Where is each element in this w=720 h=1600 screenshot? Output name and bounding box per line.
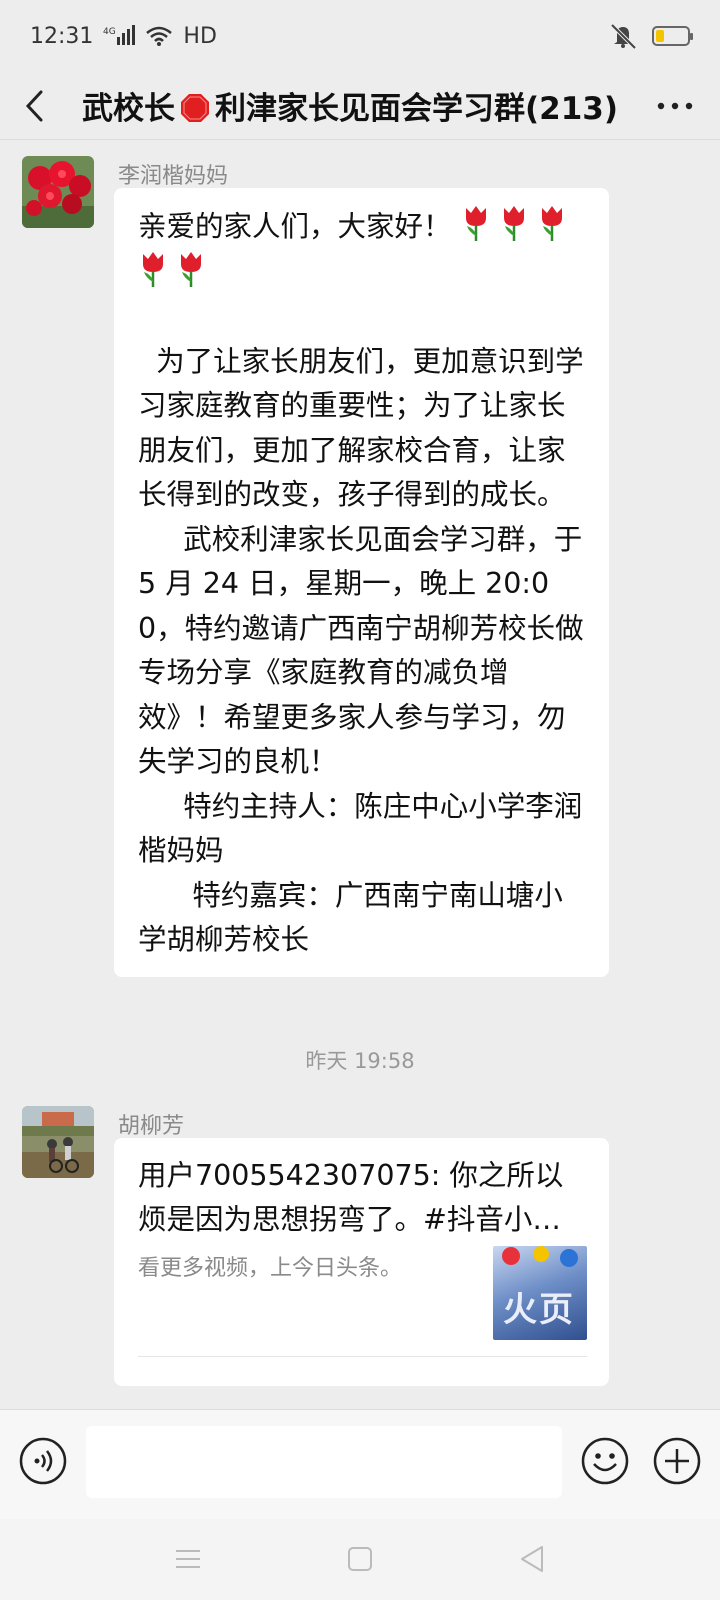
menu-icon[interactable] <box>168 1539 208 1579</box>
link-card[interactable]: 用户7005542307075: 你之所以烦是因为思想拐弯了。#抖音小… 看更多… <box>114 1138 609 1386</box>
greeting-text: 亲爱的家人们，大家好！ <box>138 210 452 243</box>
message-input[interactable] <box>86 1426 562 1498</box>
message-body: 为了让家长朋友们，更加意识到学习家庭教育的重要性；为了让家长朋友们，更加了解家校… <box>138 344 584 957</box>
title-suffix: 利津家长见面会学习群(213) <box>214 91 619 127</box>
clock: 12:31 <box>30 23 94 49</box>
chat-header: 武校长 利津家长见面会学习群(213) <box>0 72 720 140</box>
tulip-icon <box>465 206 486 241</box>
status-bar: 12:31 4G HD <box>0 0 720 72</box>
wifi-icon <box>146 26 173 46</box>
home-icon[interactable] <box>340 1539 380 1579</box>
photo-avatar-image <box>22 1106 94 1178</box>
link-title: 用户7005542307075: 你之所以烦是因为思想拐弯了。#抖音小… <box>138 1159 564 1236</box>
message-bubble[interactable]: 亲爱的家人们，大家好！ 为了让家长朋友们，更加意识到学习家庭教育的重要性；为了让… <box>114 188 609 977</box>
back-button[interactable] <box>0 72 70 140</box>
signal-icon: 4G <box>103 25 136 45</box>
more-dots-icon <box>657 102 693 109</box>
tulip-icon <box>541 206 562 241</box>
chat-area[interactable]: 李润楷妈妈 亲爱的家人们，大家好！ 为了让家长朋友们，更加意识到学习家庭教育的重… <box>0 141 720 1409</box>
voice-button[interactable] <box>18 1436 68 1486</box>
more-actions-button[interactable] <box>652 1436 702 1486</box>
timestamp: 昨天 19:58 <box>305 1049 415 1073</box>
avatar[interactable] <box>22 1106 94 1178</box>
back-triangle-icon[interactable] <box>512 1539 552 1579</box>
sender-name: 胡柳芳 <box>118 1114 185 1139</box>
link-description: 看更多视频，上今日头条。 <box>138 1256 403 1281</box>
more-button[interactable] <box>630 72 720 140</box>
flower-avatar-image <box>22 156 94 228</box>
balloon-decoration <box>502 1246 578 1267</box>
plus-circle-icon <box>653 1437 701 1485</box>
emoji-button[interactable] <box>580 1436 630 1486</box>
stop-sign-icon <box>180 94 209 122</box>
hd-indicator: HD <box>183 23 217 49</box>
voice-icon <box>19 1437 67 1485</box>
input-bar <box>0 1409 720 1519</box>
title-prefix: 武校长 <box>81 91 175 127</box>
tulip-icon <box>143 251 163 287</box>
group-title: 武校长 利津家长见面会学习群(213) <box>70 83 630 128</box>
sender-name: 李润楷妈妈 <box>118 164 229 189</box>
avatar[interactable] <box>22 156 94 228</box>
chevron-left-icon <box>25 90 43 121</box>
message-text: 亲爱的家人们，大家好！ 为了让家长朋友们，更加意识到学习家庭教育的重要性；为了让… <box>138 204 587 963</box>
mute-bell-icon <box>610 23 637 49</box>
link-body: 看更多视频，上今日头条。 火页 <box>138 1246 587 1356</box>
tulip-icon <box>503 206 524 241</box>
thumbnail-text: 火页 <box>503 1290 575 1330</box>
link-source-footer <box>138 1356 587 1386</box>
smiley-icon <box>581 1437 629 1485</box>
link-thumbnail: 火页 <box>493 1246 587 1340</box>
battery-icon <box>652 26 693 46</box>
system-navigation-bar <box>0 1519 720 1600</box>
svg-text:4G: 4G <box>103 27 116 37</box>
tulip-icon <box>181 251 201 287</box>
